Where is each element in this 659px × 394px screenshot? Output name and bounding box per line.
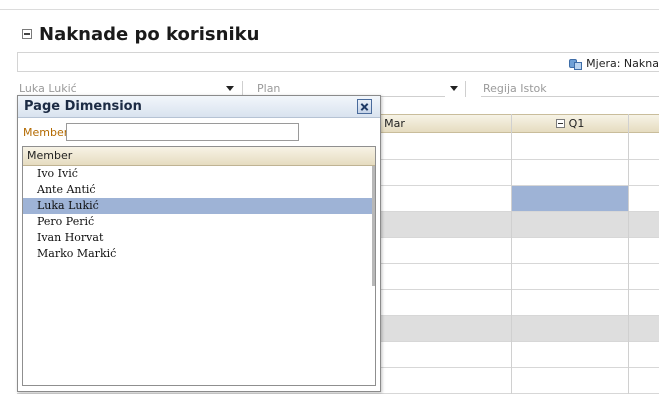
member-list-header: Member [23, 147, 375, 166]
member-search-input[interactable] [66, 123, 299, 141]
scrollbar[interactable] [372, 166, 375, 286]
pov-scenario-value: Plan [257, 82, 281, 95]
pov-user-value: Luka Lukić [19, 82, 77, 95]
member-search: Member [23, 123, 299, 141]
list-item[interactable]: Ivan Horvat [23, 230, 375, 246]
chevron-down-icon[interactable] [450, 86, 458, 91]
list-item[interactable]: Pero Perić [23, 214, 375, 230]
divider [465, 81, 466, 97]
column-label: Mar [384, 117, 405, 130]
grid-line [628, 114, 629, 394]
dialog-titlebar[interactable]: Page Dimension [18, 96, 380, 118]
grid-line [511, 114, 512, 394]
list-item[interactable]: Ivo Ivić [23, 166, 375, 182]
column-label: Q1 [568, 117, 585, 130]
column-header[interactable] [628, 115, 659, 134]
close-icon[interactable] [357, 99, 372, 114]
top-divider [0, 9, 659, 10]
collapse-icon[interactable] [555, 119, 565, 128]
list-item[interactable]: Marko Markić [23, 246, 375, 262]
chevron-down-icon[interactable] [226, 86, 234, 91]
collapse-icon[interactable] [22, 29, 32, 39]
report-header: Naknade po korisniku [22, 20, 259, 48]
member-list: Member Ivo Ivić Ante Antić Luka Lukić Pe… [22, 146, 376, 386]
measure-label: Mjera: Nakna [586, 56, 659, 70]
selected-cell[interactable] [512, 186, 628, 211]
page-dimension-dialog: Page Dimension Member Member Ivo Ivić An… [17, 95, 381, 392]
pov-region-value: Regija Istok [483, 82, 547, 95]
measure-selector[interactable]: Mjera: Nakna [569, 55, 659, 71]
list-item-selected[interactable]: Luka Lukić [23, 198, 375, 214]
pov-region-dropdown[interactable]: Regija Istok [481, 80, 659, 97]
report-title: Naknade po korisniku [39, 23, 260, 45]
toolbar: Mjera: Nakna [17, 52, 659, 72]
dialog-title: Page Dimension [24, 99, 142, 114]
measure-icon [569, 56, 583, 70]
member-search-label: Member [23, 125, 69, 139]
list-item[interactable]: Ante Antić [23, 182, 375, 198]
column-header-q1[interactable]: Q1 [511, 115, 628, 134]
